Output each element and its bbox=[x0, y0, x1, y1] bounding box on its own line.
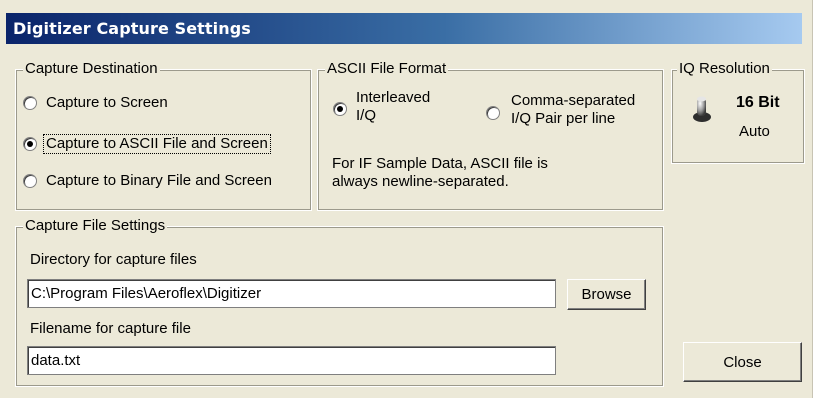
radio-button-icon[interactable] bbox=[23, 137, 37, 151]
radio-button-icon[interactable] bbox=[333, 102, 347, 116]
radio-label: Capture to Screen bbox=[46, 94, 168, 111]
radio-capture-to-ascii-file[interactable]: Capture to ASCII File and Screen bbox=[23, 134, 271, 154]
radio-label-line: I/Q bbox=[356, 107, 377, 124]
directory-label: Directory for capture files bbox=[30, 251, 197, 268]
filename-label: Filename for capture file bbox=[30, 320, 191, 337]
title-bar[interactable]: Digitizer Capture Settings bbox=[6, 13, 802, 44]
radio-label: Interleaved I/Q bbox=[356, 89, 430, 125]
close-button[interactable]: Close bbox=[683, 342, 802, 382]
window-title: Digitizer Capture Settings bbox=[13, 19, 251, 38]
capture-destination-legend: Capture Destination bbox=[23, 60, 160, 78]
radio-label: Capture to ASCII File and Screen bbox=[43, 134, 271, 154]
iq-resolution-value: 16 Bit bbox=[736, 94, 780, 111]
radio-capture-to-screen[interactable]: Capture to Screen bbox=[23, 94, 168, 112]
filename-input[interactable]: data.txt bbox=[27, 346, 556, 375]
radio-comma-separated[interactable]: Comma-separated I/Q Pair per line bbox=[486, 92, 635, 128]
browse-button[interactable]: Browse bbox=[567, 279, 646, 310]
ascii-note-line-2: always newline-separated. bbox=[332, 173, 509, 190]
radio-label: Capture to Binary File and Screen bbox=[46, 172, 272, 189]
radio-label: Comma-separated I/Q Pair per line bbox=[511, 92, 635, 128]
radio-label-line: I/Q Pair per line bbox=[511, 110, 616, 127]
radio-label-line: Interleaved bbox=[356, 89, 431, 106]
ascii-file-format-legend: ASCII File Format bbox=[325, 60, 449, 78]
radio-label-line: Comma-separated bbox=[511, 92, 636, 109]
iq-resolution-mode: Auto bbox=[739, 123, 770, 140]
radio-capture-to-binary-file[interactable]: Capture to Binary File and Screen bbox=[23, 172, 272, 190]
directory-input[interactable]: C:\Program Files\Aeroflex\Digitizer bbox=[27, 279, 556, 308]
radio-button-icon[interactable] bbox=[486, 106, 500, 120]
ascii-note-line-1: For IF Sample Data, ASCII file is bbox=[332, 155, 548, 172]
toggle-switch-icon[interactable] bbox=[692, 94, 716, 124]
iq-resolution-legend: IQ Resolution bbox=[677, 60, 772, 78]
radio-button-icon[interactable] bbox=[23, 174, 37, 188]
dialog-window: Digitizer Capture Settings Capture Desti… bbox=[0, 0, 813, 398]
capture-file-settings-legend: Capture File Settings bbox=[23, 217, 168, 235]
radio-interleaved-iq[interactable]: Interleaved I/Q bbox=[333, 89, 430, 125]
radio-button-icon[interactable] bbox=[23, 96, 37, 110]
